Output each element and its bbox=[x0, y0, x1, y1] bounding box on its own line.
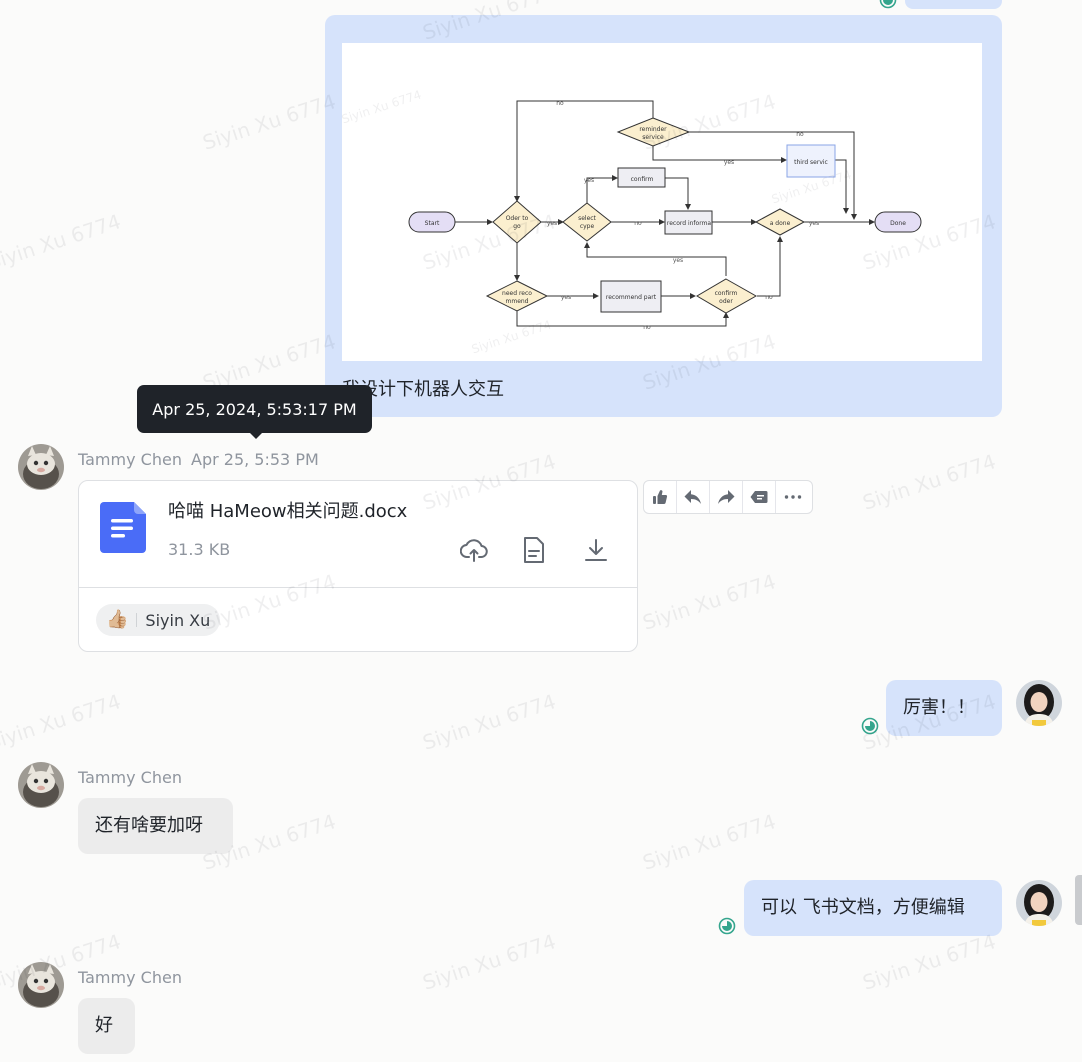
svg-text:service: service bbox=[642, 134, 664, 141]
watermark: Siyin Xu 6774 bbox=[419, 689, 559, 755]
previous-bubble-edge bbox=[905, 0, 1002, 9]
more-actions-button[interactable] bbox=[776, 481, 809, 513]
read-receipt-icon bbox=[861, 717, 879, 735]
svg-text:need reco: need reco bbox=[502, 290, 532, 297]
svg-text:yes: yes bbox=[561, 294, 571, 301]
svg-text:no: no bbox=[643, 324, 651, 331]
reply-icon bbox=[684, 490, 701, 504]
svg-text:record informa: record informa bbox=[667, 220, 712, 227]
their-message-bubble[interactable]: 还有啥要加呀 bbox=[78, 798, 233, 854]
svg-text:Start: Start bbox=[425, 220, 440, 227]
avatar-siyin-xu[interactable] bbox=[1016, 880, 1062, 926]
read-receipt-icon bbox=[718, 917, 736, 935]
svg-text:reminder: reminder bbox=[639, 126, 667, 133]
reply-button[interactable] bbox=[677, 481, 710, 513]
sender-name[interactable]: Tammy Chen bbox=[78, 768, 182, 787]
thumbs-up-icon bbox=[653, 490, 668, 504]
reaction-chip[interactable]: 👍🏼 Siyin Xu bbox=[96, 604, 221, 636]
their-message-bubble[interactable]: 好 bbox=[78, 998, 135, 1054]
save-to-cloud-button[interactable] bbox=[459, 535, 489, 565]
sender-name[interactable]: Tammy Chen bbox=[78, 968, 182, 987]
timestamp-tooltip: Apr 25, 2024, 5:53:17 PM bbox=[137, 385, 372, 433]
file-size: 31.3 KB bbox=[168, 540, 231, 559]
watermark: Siyin Xu 6774 bbox=[0, 209, 124, 275]
message-text: 可以 飞书文档，方便编辑 bbox=[761, 897, 965, 918]
svg-text:Oder to: Oder to bbox=[506, 215, 529, 222]
svg-text:oder: oder bbox=[719, 298, 733, 305]
svg-text:confirm: confirm bbox=[631, 176, 654, 183]
avatar-tammy-chen[interactable] bbox=[18, 962, 64, 1008]
flowchart-image[interactable]: no no yes yes yes no yes yes yes no no S… bbox=[342, 43, 982, 361]
quote-message-button[interactable] bbox=[743, 481, 776, 513]
forward-button[interactable] bbox=[710, 481, 743, 513]
watermark: Siyin Xu 6774 bbox=[419, 929, 559, 995]
message-time: Apr 25, 5:53 PM bbox=[191, 450, 319, 469]
my-message-bubble[interactable]: 可以 飞书文档，方便编辑 bbox=[744, 880, 1002, 936]
react-thumbs-up-button[interactable] bbox=[644, 481, 677, 513]
svg-text:no: no bbox=[765, 294, 773, 301]
cloud-upload-icon bbox=[460, 539, 488, 562]
scrollbar-thumb[interactable] bbox=[1075, 875, 1082, 925]
svg-text:yes: yes bbox=[724, 159, 734, 166]
svg-text:a done: a done bbox=[770, 220, 791, 227]
sender-name[interactable]: Tammy Chen bbox=[78, 450, 182, 469]
message-text: 还有啥要加呀 bbox=[95, 815, 203, 836]
tooltip-arrow bbox=[249, 432, 263, 439]
file-card-divider bbox=[79, 587, 637, 588]
download-icon bbox=[585, 539, 607, 561]
svg-text:yes: yes bbox=[809, 220, 819, 227]
reaction-separator bbox=[136, 613, 138, 627]
watermark: Siyin Xu 6774 bbox=[0, 689, 124, 755]
svg-text:go: go bbox=[513, 223, 521, 230]
svg-text:mmend: mmend bbox=[506, 298, 529, 305]
docx-file-icon bbox=[100, 502, 146, 553]
watermark: Siyin Xu 6774 bbox=[639, 569, 779, 635]
reaction-user: Siyin Xu bbox=[145, 610, 211, 630]
svg-text:no: no bbox=[556, 100, 564, 107]
svg-text:cype: cype bbox=[580, 223, 595, 230]
svg-text:yes: yes bbox=[547, 220, 557, 227]
svg-text:confirm: confirm bbox=[715, 290, 738, 297]
tooltip-text: Apr 25, 2024, 5:53:17 PM bbox=[152, 399, 357, 419]
message-action-toolbar bbox=[643, 480, 813, 514]
quote-icon bbox=[750, 491, 768, 503]
avatar-tammy-chen[interactable] bbox=[18, 762, 64, 808]
more-icon bbox=[784, 495, 801, 499]
download-button[interactable] bbox=[581, 535, 611, 565]
file-name[interactable]: 哈喵 HaMeow相关问题.docx bbox=[168, 500, 407, 524]
message-text: 好 bbox=[95, 1015, 113, 1036]
avatar-tammy-chen[interactable] bbox=[18, 444, 64, 490]
message-text: 厉害！！ bbox=[903, 697, 975, 718]
svg-text:yes: yes bbox=[584, 177, 594, 184]
watermark: Siyin Xu 6774 bbox=[639, 809, 779, 875]
svg-text:Done: Done bbox=[890, 220, 906, 227]
avatar-siyin-xu[interactable] bbox=[1016, 680, 1062, 726]
forward-icon bbox=[718, 490, 735, 504]
watermark: Siyin Xu 6774 bbox=[859, 929, 999, 995]
document-icon bbox=[524, 537, 544, 563]
svg-text:no: no bbox=[796, 131, 804, 138]
file-card[interactable]: 哈喵 HaMeow相关问题.docx 31.3 KB 👍🏼 Siyin Xu bbox=[78, 480, 638, 652]
thumbs-up-emoji: 👍🏼 bbox=[106, 609, 129, 630]
watermark: Siyin Xu 6774 bbox=[199, 89, 339, 155]
my-message-bubble[interactable]: 厉害！！ bbox=[886, 680, 1002, 736]
svg-text:no: no bbox=[634, 220, 642, 227]
watermark: Siyin Xu 6774 bbox=[859, 449, 999, 515]
svg-text:yes: yes bbox=[673, 257, 683, 264]
read-receipt-icon bbox=[879, 0, 897, 9]
open-document-button[interactable] bbox=[519, 535, 549, 565]
svg-text:recommend part: recommend part bbox=[606, 294, 657, 301]
svg-text:select: select bbox=[578, 215, 596, 222]
svg-text:third servic: third servic bbox=[794, 159, 828, 166]
